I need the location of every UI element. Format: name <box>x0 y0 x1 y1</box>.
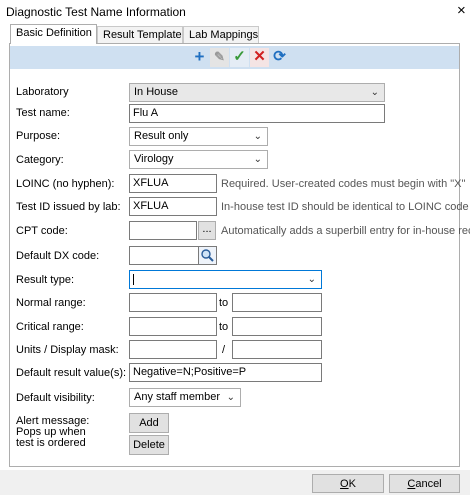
loinc-label: LOINC (no hyphen): <box>16 178 115 190</box>
laboratory-select[interactable]: In House ⌄ <box>129 83 385 102</box>
test-id-hint: In-house test ID should be identical to … <box>221 201 469 213</box>
purpose-label: Purpose: <box>16 130 61 142</box>
cpt-browse-button[interactable]: ... <box>198 221 216 240</box>
tab-lab-mappings[interactable]: Lab Mappings <box>183 26 259 43</box>
critical-range-label: Critical range: <box>16 321 84 333</box>
test-name-input[interactable]: Flu A <box>129 104 385 123</box>
text-cursor <box>133 274 134 285</box>
purpose-select[interactable]: Result only ⌄ <box>129 127 268 146</box>
chevron-down-icon: ⌄ <box>226 392 235 403</box>
normal-range-to: to <box>219 297 229 309</box>
chevron-down-icon: ⌄ <box>253 154 262 165</box>
loinc-input[interactable]: XFLUA <box>129 174 217 193</box>
cpt-label: CPT code: <box>16 225 68 237</box>
search-icon <box>201 249 214 262</box>
cpt-input[interactable] <box>129 221 197 240</box>
dx-search-button[interactable] <box>198 246 217 265</box>
add-icon[interactable]: + <box>190 48 209 67</box>
visibility-value: Any staff member <box>134 391 220 403</box>
result-type-label: Result type: <box>16 274 75 286</box>
alert-delete-button[interactable]: Delete <box>129 435 169 455</box>
chevron-down-icon: ⌄ <box>370 87 379 98</box>
units-label: Units / Display mask: <box>16 344 119 356</box>
normal-range-label: Normal range: <box>16 297 86 309</box>
display-mask-input[interactable] <box>232 340 322 359</box>
normal-range-low-input[interactable] <box>129 293 217 312</box>
ok-button[interactable]: OK <box>312 474 384 493</box>
alert-add-button[interactable]: Add <box>129 413 169 433</box>
refresh-icon[interactable]: ⟳ <box>270 48 289 67</box>
cpt-hint: Automatically adds a superbill entry for… <box>221 225 470 237</box>
category-select[interactable]: Virology ⌄ <box>129 150 268 169</box>
cancel-button[interactable]: Cancel <box>389 474 460 493</box>
save-icon[interactable]: ✓ <box>230 48 249 67</box>
visibility-label: Default visibility: <box>16 392 95 404</box>
chevron-down-icon: ⌄ <box>253 131 262 142</box>
cancel-label: ancel <box>415 478 442 490</box>
test-id-label: Test ID issued by lab: <box>16 201 121 213</box>
window-title: Diagnostic Test Name Information <box>6 5 186 19</box>
ok-label: K <box>348 478 356 490</box>
result-type-select[interactable]: ⌄ <box>129 270 322 289</box>
critical-range-high-input[interactable] <box>232 317 322 336</box>
category-label: Category: <box>16 154 64 166</box>
toolbar: + ✎ ✓ ✕ ⟳ <box>10 46 459 69</box>
default-result-label: Default result value(s): <box>16 367 127 379</box>
alert-message-label: Alert message: Pops up when test is orde… <box>16 416 89 449</box>
alert-line-3: test is ordered <box>16 437 86 449</box>
test-id-input[interactable]: XFLUA <box>129 197 217 216</box>
default-result-input[interactable]: Negative=N;Positive=P <box>129 363 322 382</box>
close-icon[interactable]: × <box>457 2 466 19</box>
laboratory-label: Laboratory <box>16 86 69 98</box>
category-value: Virology <box>134 153 174 165</box>
visibility-select[interactable]: Any staff member ⌄ <box>129 388 241 407</box>
critical-range-to: to <box>219 321 229 333</box>
edit-icon[interactable]: ✎ <box>210 48 229 67</box>
dialog-footer: OK Cancel <box>0 470 470 495</box>
dx-label: Default DX code: <box>16 250 100 262</box>
laboratory-value: In House <box>134 86 179 98</box>
tab-result-template[interactable]: Result Template <box>97 26 183 43</box>
normal-range-high-input[interactable] <box>232 293 322 312</box>
ok-mnemonic: O <box>340 478 349 490</box>
critical-range-low-input[interactable] <box>129 317 217 336</box>
tab-basic-definition[interactable]: Basic Definition <box>10 24 97 44</box>
test-name-label: Test name: <box>16 107 70 119</box>
cancel-icon[interactable]: ✕ <box>250 48 269 67</box>
purpose-value: Result only <box>134 130 189 142</box>
units-slash: / <box>222 344 226 356</box>
loinc-hint: Required. User-created codes must begin … <box>221 178 466 190</box>
units-input[interactable] <box>129 340 217 359</box>
chevron-down-icon: ⌄ <box>307 274 316 285</box>
